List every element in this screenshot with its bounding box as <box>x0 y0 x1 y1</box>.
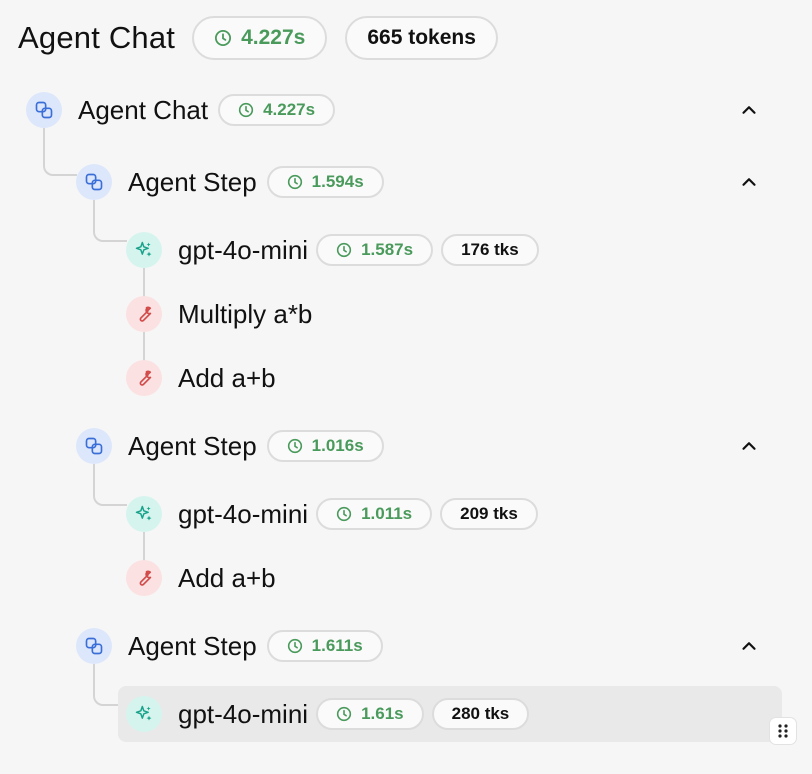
duration-badge: 4.227s <box>218 94 336 126</box>
token-badge: 176 tks <box>441 234 539 266</box>
node-label: Agent Step <box>128 430 257 461</box>
trace-tree: Agent Chat 4.227s Agent Step 1.594s gpt-… <box>0 0 812 774</box>
duration-text: 1.011s <box>361 504 413 523</box>
agent-chain-icon <box>76 628 112 664</box>
drag-handle-icon[interactable] <box>770 718 796 744</box>
collapse-chevron-icon[interactable] <box>738 99 760 121</box>
agent-chain-icon <box>26 92 62 128</box>
sparkle-icon <box>126 696 162 732</box>
duration-text: 1.611s <box>311 636 363 655</box>
tree-node-agent-chat[interactable]: Agent Chat 4.227s <box>26 82 336 138</box>
agent-chain-icon <box>76 428 112 464</box>
clock-icon <box>238 102 254 118</box>
duration-badge: 1.61s <box>316 698 424 730</box>
duration-badge: 1.587s <box>316 234 434 266</box>
duration-text: 1.594s <box>311 172 364 191</box>
agent-chain-icon <box>76 164 112 200</box>
sparkle-icon <box>126 232 162 268</box>
tree-node-llm-selected[interactable]: gpt-4o-mini 1.61s 280 tks <box>118 686 782 742</box>
node-label: Add a+b <box>178 362 276 393</box>
tree-node-agent-step[interactable]: Agent Step 1.016s <box>76 418 384 474</box>
tree-node-agent-step[interactable]: Agent Step 1.611s <box>76 618 383 674</box>
clock-icon <box>287 174 303 190</box>
duration-badge: 1.016s <box>266 430 384 462</box>
token-badge: 280 tks <box>431 698 530 730</box>
clock-icon <box>287 638 303 654</box>
duration-text: 4.227s <box>263 100 316 119</box>
node-label: Agent Step <box>128 630 257 661</box>
duration-badge: 1.611s <box>266 630 383 662</box>
collapse-chevron-icon[interactable] <box>738 171 760 193</box>
wrench-icon <box>126 296 162 332</box>
duration-text: 1.587s <box>361 240 414 259</box>
duration-text: 1.016s <box>311 436 364 455</box>
tree-node-agent-step[interactable]: Agent Step 1.594s <box>76 154 384 210</box>
collapse-chevron-icon[interactable] <box>738 435 760 457</box>
tree-node-tool[interactable]: Add a+b <box>126 550 286 606</box>
node-label: Add a+b <box>178 562 276 593</box>
duration-text: 1.61s <box>361 704 404 723</box>
tree-node-llm[interactable]: gpt-4o-mini 1.011s 209 tks <box>126 486 538 542</box>
sparkle-icon <box>126 496 162 532</box>
node-label: Agent Chat <box>78 94 209 125</box>
tree-node-llm[interactable]: gpt-4o-mini 1.587s 176 tks <box>126 222 539 278</box>
token-badge: 209 tks <box>440 498 538 530</box>
collapse-chevron-icon[interactable] <box>738 635 760 657</box>
wrench-icon <box>126 360 162 396</box>
clock-icon <box>336 242 352 258</box>
duration-badge: 1.594s <box>266 166 384 198</box>
node-label: Multiply a*b <box>178 298 313 329</box>
node-label: Agent Step <box>128 166 257 197</box>
clock-icon <box>287 438 303 454</box>
duration-badge: 1.011s <box>316 498 433 530</box>
clock-icon <box>336 506 352 522</box>
node-label: gpt-4o-mini <box>178 234 309 265</box>
tree-node-tool[interactable]: Add a+b <box>126 350 286 406</box>
clock-icon <box>336 706 352 722</box>
tree-node-tool[interactable]: Multiply a*b <box>126 286 322 342</box>
node-label: gpt-4o-mini <box>178 498 309 529</box>
node-label: gpt-4o-mini <box>178 698 309 729</box>
wrench-icon <box>126 560 162 596</box>
